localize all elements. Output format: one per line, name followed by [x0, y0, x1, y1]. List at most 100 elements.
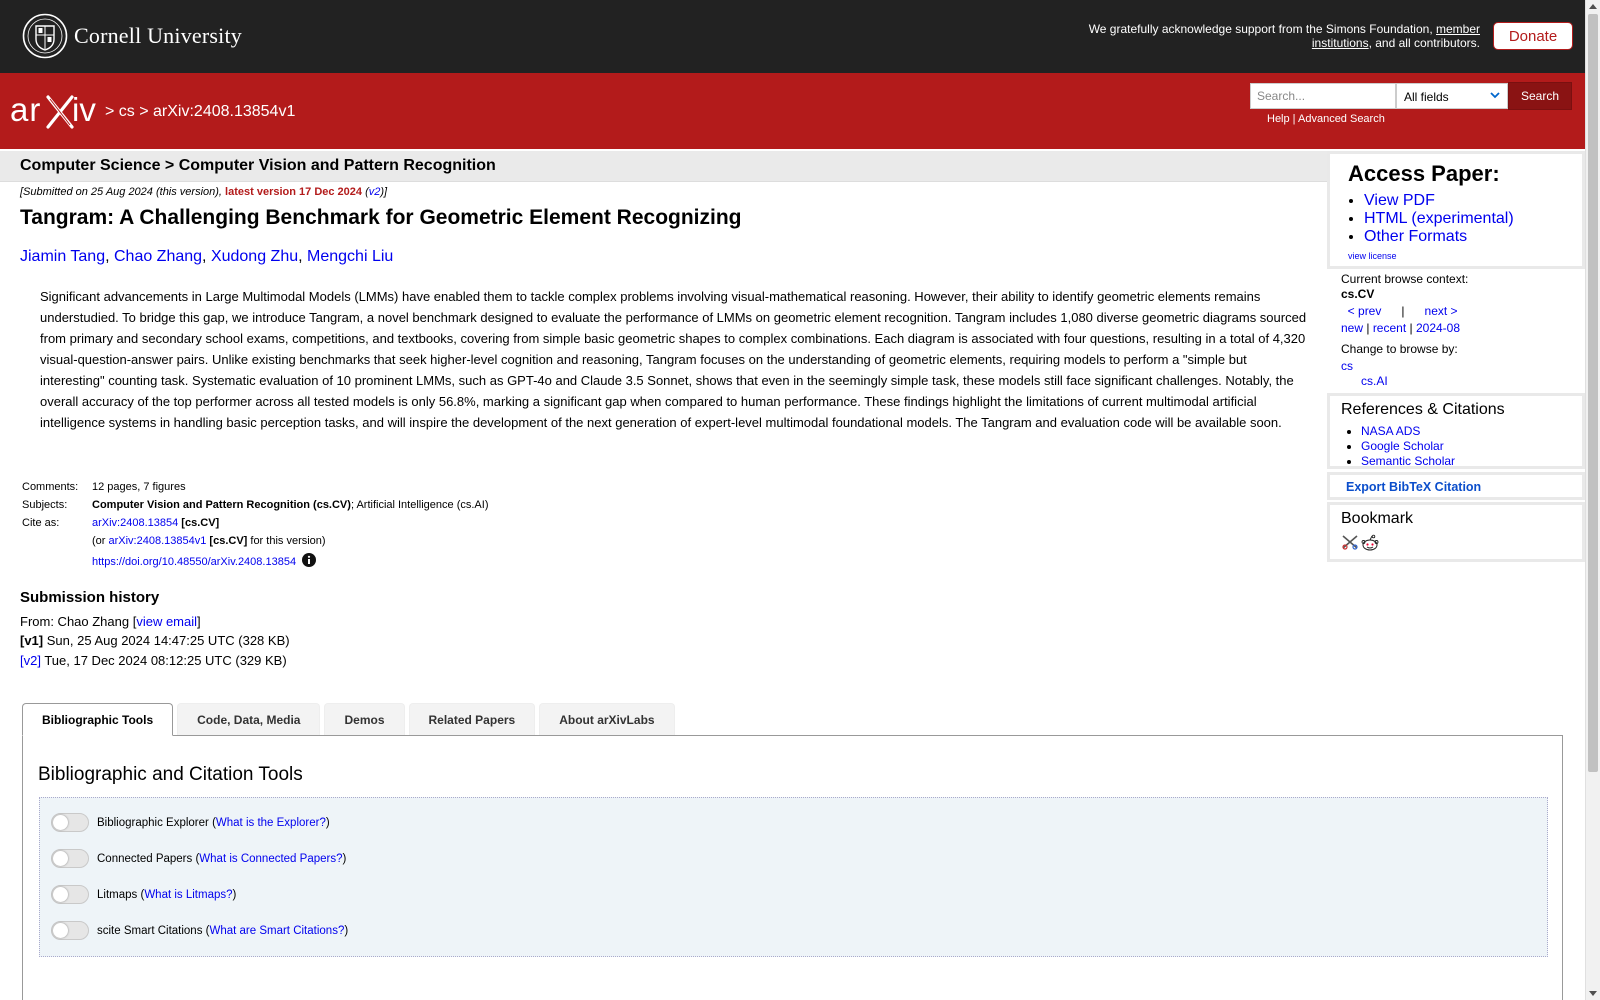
cite-value: arXiv:2408.13854 [cs.CV] [92, 517, 220, 529]
comments-value: 12 pages, 7 figures [92, 481, 186, 493]
search-field-select[interactable]: All fields [1396, 83, 1508, 109]
abstract-text: Significant advancements in Large Multim… [40, 289, 1307, 430]
scroll-up-arrow-icon[interactable] [1589, 4, 1597, 9]
scroll-down-arrow-icon[interactable] [1589, 991, 1597, 996]
month-link[interactable]: 2024-08 [1416, 321, 1460, 335]
references-heading: References & Citations [1341, 401, 1505, 418]
access-links: View PDF HTML (experimental) Other Forma… [1364, 192, 1514, 246]
arxiv-id-link[interactable]: arXiv:2408.13854 [92, 517, 178, 529]
donate-button[interactable]: Donate [1493, 22, 1573, 50]
nasa-ads-link[interactable]: NASA ADS [1361, 424, 1420, 438]
svg-text:iv: iv [72, 91, 96, 128]
scite-toggle[interactable] [51, 921, 89, 940]
google-scholar-link[interactable]: Google Scholar [1361, 439, 1444, 453]
subjects-value: Computer Vision and Pattern Recognition … [92, 499, 489, 511]
support-acknowledgement: We gratefully acknowledge support from t… [1088, 22, 1480, 50]
prev-link[interactable]: < prev [1348, 304, 1382, 318]
v2-link[interactable]: v2 [369, 186, 381, 198]
view-email-link[interactable]: view email [136, 614, 197, 629]
author-link[interactable]: Chao Zhang [114, 248, 202, 265]
search-input[interactable] [1250, 83, 1396, 109]
tab-related-papers[interactable]: Related Papers [408, 703, 536, 735]
toggle-row-connected-papers: Connected Papers (What is Connected Pape… [51, 849, 346, 868]
subjects-label: Subjects: [22, 499, 68, 511]
tab-bibliographic-tools[interactable]: Bibliographic Tools [22, 703, 174, 736]
page-scrollbar[interactable] [1585, 0, 1600, 1000]
tools-heading: Bibliographic and Citation Tools [38, 764, 303, 785]
metadata-table: Comments: 12 pages, 7 figures Subjects: … [20, 478, 491, 571]
what-is-explorer-link[interactable]: What is the Explorer? [216, 817, 326, 829]
chevron-down-icon [1490, 92, 1500, 99]
semantic-scholar-link[interactable]: Semantic Scholar [1361, 454, 1455, 468]
help-links: Help | Advanced Search [1267, 113, 1385, 125]
tab-code-data-media[interactable]: Code, Data, Media [177, 703, 321, 735]
doi-row: https://doi.org/10.48550/arXiv.2408.1385… [90, 550, 491, 571]
view-pdf-link[interactable]: View PDF [1364, 192, 1435, 209]
reddit-icon[interactable] [1361, 534, 1379, 552]
cornell-logo[interactable]: Cornell University [22, 13, 242, 59]
help-link[interactable]: Help [1267, 113, 1290, 125]
toggle-row-explorer: Bibliographic Explorer (What is the Expl… [51, 813, 330, 832]
arxiv-logo-icon[interactable]: ar iv [10, 91, 102, 131]
subject-header: Computer Science > Computer Vision and P… [0, 151, 1327, 182]
export-box: Export BibTeX Citation [1327, 472, 1585, 500]
scrollbar-thumb[interactable] [1588, 14, 1598, 772]
what-are-smart-citations-link[interactable]: What are Smart Citations? [209, 925, 344, 937]
context-value: cs.CV [1341, 287, 1375, 301]
v2-history-link[interactable]: [v2] [20, 653, 41, 668]
litmaps-toggle[interactable] [51, 885, 89, 904]
bibliographic-tools-panel: Bibliographic and Citation Tools Bibliog… [22, 735, 1563, 1000]
bibliographic-explorer-toggle[interactable] [51, 813, 89, 832]
access-paper-box: Access Paper: View PDF HTML (experimenta… [1327, 151, 1585, 269]
author-link[interactable]: Xudong Zhu [211, 248, 298, 265]
advanced-search-link[interactable]: Advanced Search [1298, 113, 1385, 125]
what-is-connected-papers-link[interactable]: What is Connected Papers? [199, 853, 342, 865]
submission-history: Submission history From: Chao Zhang [vie… [20, 588, 290, 670]
next-link[interactable]: next > [1425, 304, 1458, 318]
breadcrumb[interactable]: > cs > arXiv:2408.13854v1 [105, 103, 295, 121]
submission-dateline: [Submitted on 25 Aug 2024 (this version)… [20, 186, 388, 198]
new-link[interactable]: new [1341, 321, 1363, 335]
svg-text:ar: ar [10, 91, 41, 128]
version-id-link[interactable]: arXiv:2408.13854v1 [109, 535, 207, 547]
cornell-seal-icon [22, 13, 68, 59]
tab-about-arxivlabs[interactable]: About arXivLabs [539, 703, 675, 735]
labs-tabs: Bibliographic Tools Code, Data, Media De… [22, 703, 679, 736]
tool-toggles: Bibliographic Explorer (What is the Expl… [39, 797, 1548, 957]
author-link[interactable]: Jiamin Tang [20, 248, 105, 265]
author-link[interactable]: Mengchi Liu [307, 248, 393, 265]
connected-papers-toggle[interactable] [51, 849, 89, 868]
what-is-litmaps-link[interactable]: What is Litmaps? [144, 889, 232, 901]
info-icon[interactable] [302, 553, 317, 567]
other-formats-link[interactable]: Other Formats [1364, 228, 1467, 245]
bibsonomy-icon[interactable] [1341, 534, 1359, 550]
export-bibtex-link[interactable]: Export BibTeX Citation [1346, 480, 1481, 494]
submission-history-heading: Submission history [20, 589, 160, 606]
top-banner: Cornell University We gratefully acknowl… [0, 0, 1585, 73]
cite-label: Cite as: [22, 517, 60, 529]
references-box: References & Citations NASA ADS Google S… [1327, 393, 1585, 469]
toggle-row-scite: scite Smart Citations (What are Smart Ci… [51, 921, 348, 940]
recent-link[interactable]: recent [1373, 321, 1406, 335]
change-browse-label: Change to browse by: [1341, 342, 1458, 356]
version-v2: [v2] Tue, 17 Dec 2024 08:12:25 UTC (329 … [20, 652, 287, 668]
comments-label: Comments: [22, 481, 79, 493]
bookmark-heading: Bookmark [1341, 510, 1414, 527]
browse-cs-link[interactable]: cs [1341, 359, 1353, 373]
tab-demos[interactable]: Demos [324, 703, 405, 735]
doi-link[interactable]: https://doi.org/10.48550/arXiv.2408.1385… [92, 556, 296, 568]
html-experimental-link[interactable]: HTML (experimental) [1364, 210, 1514, 227]
institutions-link[interactable]: institutions [1312, 36, 1369, 50]
browse-csai-link[interactable]: cs.AI [1361, 374, 1388, 388]
search-button[interactable]: Search [1508, 82, 1572, 110]
view-license-link[interactable]: view license [1348, 251, 1397, 261]
version-cite: (or arXiv:2408.13854v1 [cs.CV] for this … [92, 535, 326, 547]
member-link[interactable]: member [1436, 22, 1480, 36]
context-label: Current browse context: [1341, 272, 1469, 286]
toggle-row-litmaps: Litmaps (What is Litmaps?) [51, 885, 236, 904]
access-paper-heading: Access Paper: [1348, 161, 1500, 186]
author-list: Jiamin Tang, Chao Zhang, Xudong Zhu, Men… [20, 248, 394, 265]
university-name: Cornell University [74, 23, 242, 48]
browse-context: Current browse context: cs.CV < prev | n… [1341, 272, 1581, 389]
version-v1: [v1] Sun, 25 Aug 2024 14:47:25 UTC (328 … [20, 633, 290, 648]
